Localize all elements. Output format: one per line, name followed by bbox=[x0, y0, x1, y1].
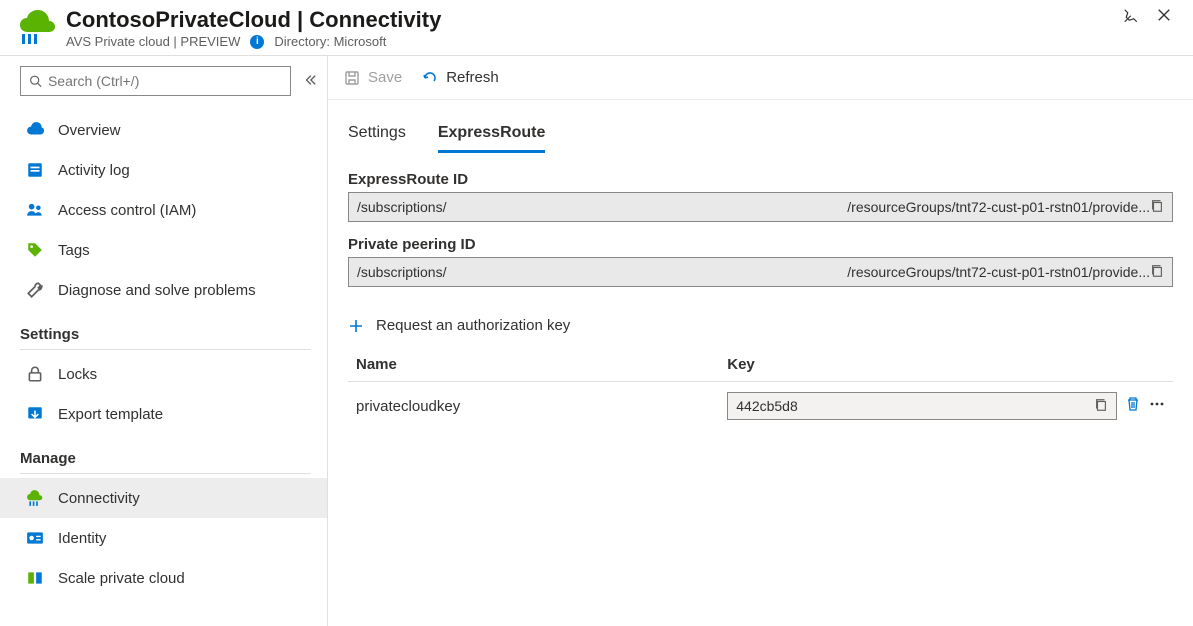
expressroute-id-value-left: /subscriptions/ bbox=[357, 199, 446, 215]
page-title: ContosoPrivateCloud | Connectivity bbox=[66, 6, 1121, 34]
sidebar-item-scale[interactable]: Scale private cloud bbox=[0, 558, 327, 598]
expressroute-id-value-right: /resourceGroups/tnt72-cust-p01-rstn01/pr… bbox=[847, 199, 1150, 215]
tab-expressroute[interactable]: ExpressRoute bbox=[438, 124, 546, 153]
tag-icon bbox=[26, 241, 44, 259]
sidebar-group-manage: Manage bbox=[20, 450, 327, 467]
search-input[interactable] bbox=[48, 73, 282, 89]
sidebar-item-locks[interactable]: Locks bbox=[0, 354, 327, 394]
expressroute-id-label: ExpressRoute ID bbox=[348, 171, 1173, 188]
sidebar-group-settings: Settings bbox=[20, 326, 327, 343]
key-name-cell: privatecloudkey bbox=[348, 382, 719, 431]
sidebar-item-export-template[interactable]: Export template bbox=[0, 394, 327, 434]
sidebar-item-identity[interactable]: Identity bbox=[0, 518, 327, 558]
save-label: Save bbox=[368, 69, 402, 86]
copy-icon[interactable] bbox=[1150, 264, 1164, 281]
export-icon bbox=[26, 405, 44, 423]
column-key: Key bbox=[719, 348, 1173, 382]
private-peering-id-value-left: /subscriptions/ bbox=[357, 264, 446, 280]
key-value-field: 442cb5d8 bbox=[727, 392, 1117, 420]
directory-label: Directory: Microsoft bbox=[274, 34, 386, 49]
column-name: Name bbox=[348, 348, 719, 382]
page-subtitle: AVS Private cloud | PREVIEW bbox=[66, 34, 240, 49]
sidebar-item-activity-log[interactable]: Activity log bbox=[0, 150, 327, 190]
refresh-button[interactable]: Refresh bbox=[422, 69, 499, 86]
activity-icon bbox=[26, 161, 44, 179]
private-peering-id-field: /subscriptions/ /resourceGroups/tnt72-cu… bbox=[348, 257, 1173, 287]
more-icon[interactable] bbox=[1149, 396, 1165, 416]
divider bbox=[20, 349, 311, 350]
pin-icon[interactable] bbox=[1121, 6, 1139, 27]
sidebar-item-label: Overview bbox=[58, 122, 121, 139]
sidebar-item-connectivity[interactable]: Connectivity bbox=[0, 478, 327, 518]
divider bbox=[20, 473, 311, 474]
save-button[interactable]: Save bbox=[344, 69, 402, 86]
sidebar-item-label: Locks bbox=[58, 366, 97, 383]
cloud-icon bbox=[26, 121, 44, 139]
resource-icon bbox=[16, 8, 56, 48]
sidebar-item-label: Scale private cloud bbox=[58, 570, 185, 587]
sidebar-item-label: Export template bbox=[58, 406, 163, 423]
private-peering-id-label: Private peering ID bbox=[348, 236, 1173, 253]
sidebar-item-tags[interactable]: Tags bbox=[0, 230, 327, 270]
close-icon[interactable] bbox=[1155, 6, 1173, 27]
sidebar-item-overview[interactable]: Overview bbox=[0, 110, 327, 150]
search-box[interactable] bbox=[20, 66, 291, 96]
sidebar-item-label: Diagnose and solve problems bbox=[58, 282, 256, 299]
private-peering-id-value-right: /resourceGroups/tnt72-cust-p01-rstn01/pr… bbox=[847, 264, 1150, 280]
sidebar-item-label: Tags bbox=[58, 242, 90, 259]
tab-settings[interactable]: Settings bbox=[348, 124, 406, 153]
key-value: 442cb5d8 bbox=[736, 398, 1094, 414]
info-icon[interactable]: i bbox=[250, 35, 264, 49]
people-icon bbox=[26, 201, 44, 219]
refresh-label: Refresh bbox=[446, 69, 499, 86]
sidebar-item-access-control[interactable]: Access control (IAM) bbox=[0, 190, 327, 230]
delete-icon[interactable] bbox=[1125, 396, 1141, 416]
authorization-key-table: Name Key privatecloudkey 442cb5d8 bbox=[348, 348, 1173, 430]
lock-icon bbox=[26, 365, 44, 383]
wrench-icon bbox=[26, 281, 44, 299]
main-content: Save Refresh Settings ExpressRoute Expre… bbox=[328, 56, 1193, 626]
page-header: ContosoPrivateCloud | Connectivity AVS P… bbox=[0, 0, 1193, 56]
table-row: privatecloudkey 442cb5d8 bbox=[348, 382, 1173, 431]
collapse-sidebar-icon[interactable] bbox=[303, 73, 317, 90]
sidebar-item-label: Identity bbox=[58, 530, 106, 547]
toolbar: Save Refresh bbox=[328, 56, 1193, 100]
sidebar: Overview Activity log Access control (IA… bbox=[0, 56, 328, 626]
expressroute-id-field: /subscriptions/ /resourceGroups/tnt72-cu… bbox=[348, 192, 1173, 222]
sidebar-item-label: Connectivity bbox=[58, 490, 140, 507]
copy-icon[interactable] bbox=[1094, 398, 1108, 415]
request-authorization-key-button[interactable]: Request an authorization key bbox=[348, 317, 570, 334]
sidebar-item-label: Activity log bbox=[58, 162, 130, 179]
tab-bar: Settings ExpressRoute bbox=[348, 110, 1173, 153]
connectivity-icon bbox=[26, 489, 44, 507]
request-authorization-key-label: Request an authorization key bbox=[376, 317, 570, 334]
sidebar-item-label: Access control (IAM) bbox=[58, 202, 196, 219]
identity-icon bbox=[26, 529, 44, 547]
scale-icon bbox=[26, 569, 44, 587]
sidebar-item-diagnose[interactable]: Diagnose and solve problems bbox=[0, 270, 327, 310]
copy-icon[interactable] bbox=[1150, 199, 1164, 216]
